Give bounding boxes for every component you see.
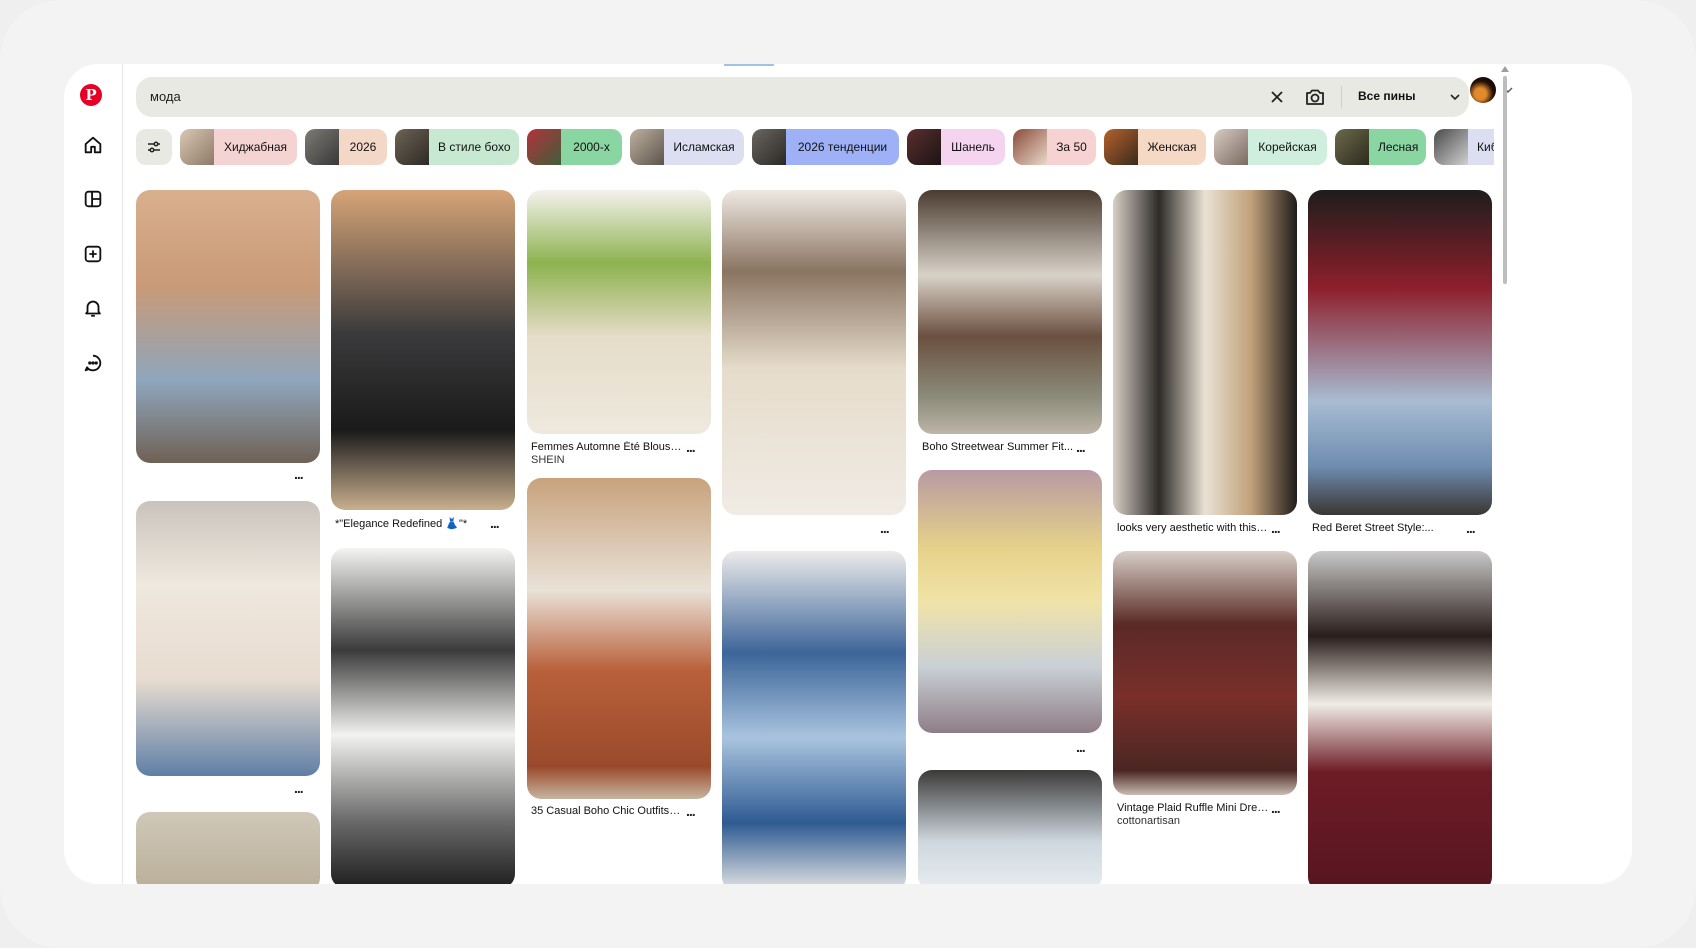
pin-image[interactable]: [722, 190, 906, 515]
pin-image[interactable]: [1308, 190, 1492, 515]
more-options-icon[interactable]: ...: [1076, 740, 1086, 754]
create-icon[interactable]: [80, 241, 106, 267]
chevron-down-icon[interactable]: [1449, 91, 1461, 103]
chip-2026-trends[interactable]: 2026 тенденции: [752, 129, 899, 165]
pin-title[interactable]: 35 Casual Boho Chic Outfits f...: [531, 805, 683, 817]
chip-thumbnail: [1434, 129, 1468, 165]
pin-image[interactable]: [918, 470, 1102, 733]
camera-search-icon[interactable]: [1303, 85, 1327, 109]
board-icon[interactable]: [80, 186, 106, 212]
pin-image[interactable]: [527, 478, 711, 799]
search-input[interactable]: мода: [150, 89, 181, 104]
more-options-icon[interactable]: ...: [294, 781, 304, 795]
chip-over-50[interactable]: За 50: [1013, 129, 1096, 165]
chip-thumbnail: [395, 129, 429, 165]
chip-islamic[interactable]: Исламская: [630, 129, 744, 165]
scrollbar-thumb[interactable]: [1503, 76, 1507, 284]
loading-indicator: [724, 64, 774, 66]
pin-image[interactable]: [722, 551, 906, 884]
chip-thumbnail: [1335, 129, 1369, 165]
filters-button[interactable]: [136, 129, 172, 165]
chip-thumbnail: [630, 129, 664, 165]
all-pins-filter[interactable]: Все пины: [1358, 89, 1415, 103]
chip-thumbnail: [907, 129, 941, 165]
pin-image[interactable]: [1113, 551, 1297, 795]
chip-thumbnail: [180, 129, 214, 165]
more-options-icon[interactable]: ...: [880, 521, 890, 535]
pin-source[interactable]: SHEIN: [531, 454, 565, 466]
chip-thumbnail: [305, 129, 339, 165]
pin-source[interactable]: cottonartisan: [1117, 815, 1180, 827]
more-options-icon[interactable]: ...: [686, 804, 696, 818]
more-options-icon[interactable]: ...: [1271, 801, 1281, 815]
clear-icon[interactable]: [1267, 87, 1287, 107]
pin-image[interactable]: [918, 770, 1102, 884]
pin-image[interactable]: [331, 190, 515, 510]
chip-forest[interactable]: Лесная: [1335, 129, 1426, 165]
chip-hijab[interactable]: Хиджабная: [180, 129, 297, 165]
pin-title[interactable]: Femmes Automne Été Blouse...: [531, 441, 683, 453]
more-options-icon[interactable]: ...: [294, 467, 304, 481]
chip-womens[interactable]: Женская: [1104, 129, 1206, 165]
device-frame: P мода Все пины Хиджабная 2026 В стиле б…: [0, 0, 1696, 948]
home-icon[interactable]: [80, 132, 106, 158]
chip-thumbnail: [1013, 129, 1047, 165]
pin-title[interactable]: looks very aesthetic with thiss...: [1117, 522, 1269, 534]
chip-cyber[interactable]: Киб: [1434, 129, 1494, 165]
avatar[interactable]: [1470, 77, 1496, 103]
chip-thumbnail: [752, 129, 786, 165]
chip-korean[interactable]: Корейская: [1214, 129, 1327, 165]
pin-image[interactable]: [136, 812, 320, 884]
pin-image[interactable]: [527, 190, 711, 434]
sliders-icon: [148, 141, 160, 153]
chip-thumbnail: [1214, 129, 1248, 165]
chip-2000s[interactable]: 2000-х: [527, 129, 622, 165]
pin-title[interactable]: Vintage Plaid Ruffle Mini Dress...: [1117, 802, 1269, 814]
browser-window: P мода Все пины Хиджабная 2026 В стиле б…: [64, 64, 1632, 884]
pinterest-logo-icon[interactable]: P: [80, 84, 102, 106]
scroll-up-arrow[interactable]: [1501, 66, 1509, 72]
pin-title[interactable]: Red Beret Street Style:...: [1312, 522, 1464, 534]
more-options-icon[interactable]: ...: [1076, 440, 1086, 454]
chip-2026[interactable]: 2026: [305, 129, 387, 165]
pin-image[interactable]: [136, 501, 320, 776]
pin-image[interactable]: [136, 190, 320, 463]
related-searches: Хиджабная 2026 В стиле бохо 2000-х Ислам…: [180, 129, 1494, 167]
chip-chanel[interactable]: Шанель: [907, 129, 1005, 165]
more-options-icon[interactable]: ...: [686, 440, 696, 454]
more-options-icon[interactable]: ...: [1271, 521, 1281, 535]
messages-icon[interactable]: [80, 350, 106, 376]
pin-image[interactable]: [918, 190, 1102, 434]
notifications-icon[interactable]: [80, 295, 106, 321]
pin-title[interactable]: Boho Streetwear Summer Fit...: [922, 441, 1074, 453]
search-divider: [1341, 86, 1342, 108]
sidebar: P: [64, 64, 123, 884]
chip-thumbnail: [1104, 129, 1138, 165]
chip-thumbnail: [527, 129, 561, 165]
more-options-icon[interactable]: ...: [490, 516, 500, 530]
more-options-icon[interactable]: ...: [1466, 521, 1476, 535]
pin-title[interactable]: *"Elegance Redefined 👗"*: [335, 517, 485, 530]
pin-image[interactable]: [331, 548, 515, 884]
pin-image[interactable]: [1308, 551, 1492, 884]
chip-boho[interactable]: В стиле бохо: [395, 129, 519, 165]
pin-image[interactable]: [1113, 190, 1297, 515]
search-bar[interactable]: мода Все пины: [136, 77, 1469, 117]
